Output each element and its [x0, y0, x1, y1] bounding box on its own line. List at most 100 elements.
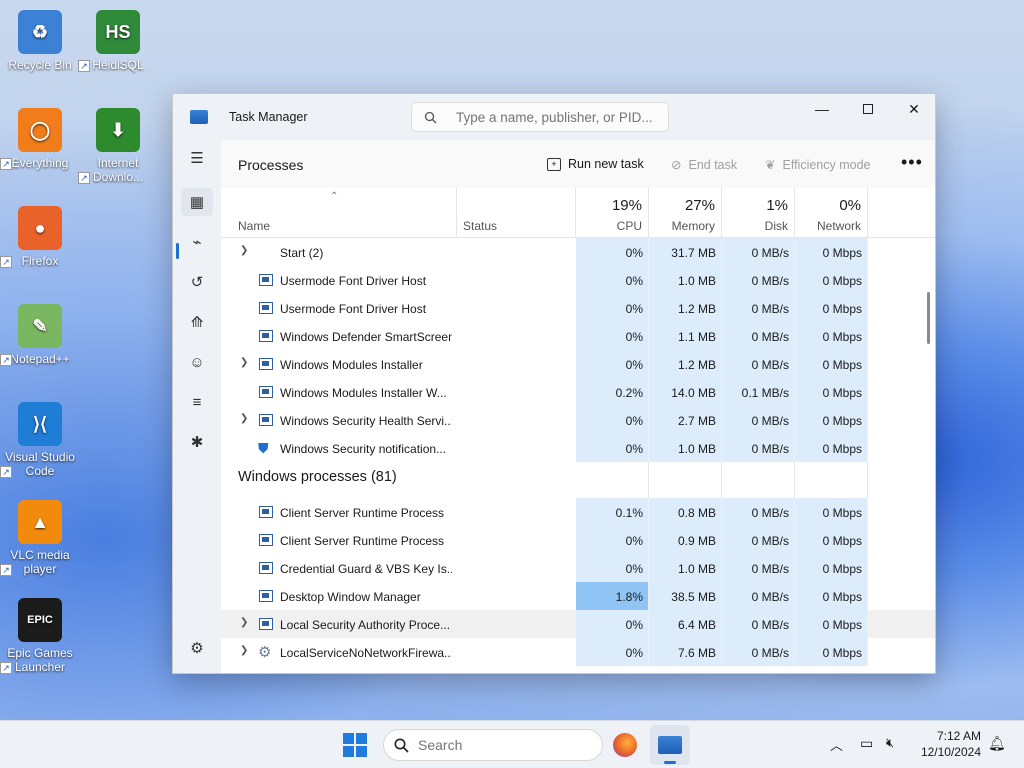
table-row[interactable]: ⛊ Windows Security notification... 0% 1.0 M…: [221, 434, 935, 462]
table-row[interactable]: ❯ Windows Modules Installer 0% 1.2 MB 0 MB/s…: [221, 350, 935, 378]
process-memory: 1.1 MB: [677, 330, 716, 344]
start-button[interactable]: [343, 733, 367, 757]
end-task-button[interactable]: ⊘ End task: [671, 157, 738, 173]
table-row[interactable]: ❯ ⚙ LocalServiceNoNetworkFirewa... 0% 7.6 MB…: [221, 638, 935, 666]
process-cpu: 0%: [625, 302, 643, 316]
windows-logo-icon: [343, 733, 354, 744]
chevron-right-icon[interactable]: ❯: [240, 645, 248, 656]
desktop-icon[interactable]: ◯ ↗ Everything: [0, 108, 80, 170]
desktop-icon-label: Firefox: [21, 254, 59, 268]
everything-icon: ◯: [18, 108, 62, 152]
show-hidden-icons-button[interactable]: ︿: [830, 735, 843, 754]
end-task-icon: ⊘: [671, 158, 682, 172]
volume-muted-icon: 🔇︎: [886, 735, 895, 750]
column-name[interactable]: ⌃ Name: [221, 188, 457, 238]
nav-selection-indicator: [176, 243, 179, 259]
process-cpu: 0%: [625, 618, 643, 632]
shortcut-arrow-icon: ↗: [0, 256, 12, 268]
nav-settings[interactable]: ⚙: [181, 634, 213, 662]
table-row[interactable]: Desktop Window Manager 1.8% 38.5 MB 0 MB/s 0…: [221, 582, 935, 610]
taskbar-task-manager[interactable]: [650, 725, 690, 765]
desktop-icon[interactable]: ▲ ↗ VLC media player: [0, 500, 80, 576]
table-row[interactable]: Windows Defender SmartScreen 0% 1.1 MB 0 MB…: [221, 322, 935, 350]
disk-label: Disk: [764, 219, 788, 233]
column-name-label: Name: [238, 219, 271, 233]
network-status-button[interactable]: ▭: [860, 735, 873, 752]
table-row[interactable]: ❯ Local Security Authority Proce... 0% 6.4 …: [221, 610, 935, 638]
process-name: Usermode Font Driver Host: [280, 302, 427, 316]
column-cpu[interactable]: 19% CPU: [576, 188, 649, 238]
run-new-task-button[interactable]: + Run new task: [547, 157, 644, 171]
title-bar[interactable]: Task Manager — ✕: [173, 94, 935, 140]
column-disk[interactable]: 1% Disk: [722, 188, 795, 238]
desktop-icon-label-line2: Code: [25, 464, 55, 478]
process-disk: 0 MB/s: [751, 618, 789, 632]
minimize-button[interactable]: —: [799, 94, 845, 124]
vertical-scrollbar[interactable]: [927, 292, 930, 344]
recycle-bin-icon: ♻: [18, 10, 62, 54]
column-status[interactable]: Status: [457, 188, 576, 238]
desktop-icon[interactable]: ✎ ↗ Notepad++: [0, 304, 80, 366]
column-memory[interactable]: 27% Memory: [649, 188, 722, 238]
nav-app-history[interactable]: ↺: [181, 268, 213, 296]
clock[interactable]: 7:12 AM 12/10/2024: [921, 728, 981, 760]
desktop-icon-label: Internet: [97, 156, 139, 170]
maximize-button[interactable]: [845, 94, 891, 124]
nav-performance[interactable]: ⌁: [181, 228, 213, 256]
heidisql-icon: HS: [96, 10, 140, 54]
chevron-right-icon[interactable]: ❯: [240, 413, 248, 424]
process-name: LocalServiceNoNetworkFirewa...: [280, 646, 452, 660]
network-disconnected-icon: ▭: [860, 735, 874, 751]
process-disk: 0 MB/s: [751, 590, 789, 604]
process-network: 0 Mbps: [822, 246, 862, 260]
taskbar-firefox[interactable]: [613, 733, 637, 757]
desktop-icon[interactable]: HS ↗ HeidiSQL: [78, 10, 158, 72]
process-disk: 0 MB/s: [751, 414, 789, 428]
more-options-button[interactable]: •••: [901, 152, 923, 173]
chevron-right-icon[interactable]: ❯: [240, 617, 248, 628]
search-input[interactable]: [456, 108, 661, 126]
nav-startup-apps[interactable]: ⟰: [181, 308, 213, 336]
table-row[interactable]: Credential Guard & VBS Key Is... 0% 1.0 MB…: [221, 554, 935, 582]
table-row[interactable]: Usermode Font Driver Host 0% 1.2 MB 0 MB/s 0…: [221, 294, 935, 322]
desktop-icon[interactable]: ⟩⟨ ↗ Visual Studio Code: [0, 402, 80, 478]
table-row[interactable]: ❯ Start (2) 0% 31.7 MB 0 MB/s 0 Mbps: [221, 238, 935, 266]
table-row[interactable]: ❯ Windows Security Health Servi... 0% 2.7 M…: [221, 406, 935, 434]
taskbar-search[interactable]: [383, 729, 603, 761]
nav-processes[interactable]: ▦: [181, 188, 213, 216]
process-disk: 0 MB/s: [751, 442, 789, 456]
nav-details[interactable]: ≡: [181, 388, 213, 416]
desktop-icon[interactable]: ⬇ ↗ Internet Downlo...: [78, 108, 158, 184]
cpu-label: CPU: [616, 219, 642, 233]
chevron-right-icon[interactable]: ❯: [240, 357, 248, 368]
desktop-icon-label: HeidiSQL: [92, 58, 144, 72]
column-network[interactable]: 0% Network: [795, 188, 868, 238]
desktop-icon[interactable]: ● ↗ Firefox: [0, 206, 80, 268]
chevron-right-icon[interactable]: ❯: [240, 245, 248, 256]
volume-button[interactable]: 🔇︎: [886, 735, 894, 751]
desktop-icon[interactable]: EPIC ↗ Epic Games Launcher: [0, 598, 80, 674]
taskbar-search-input[interactable]: [418, 737, 588, 753]
services-icon: ✱: [190, 434, 204, 451]
table-row[interactable]: Client Server Runtime Process 0.1% 0.8 MB 0…: [221, 498, 935, 526]
close-button[interactable]: ✕: [891, 94, 935, 124]
network-label: Network: [816, 219, 861, 233]
table-row[interactable]: Usermode Font Driver Host 0% 1.0 MB 0 MB/s 0…: [221, 266, 935, 294]
search-box[interactable]: [411, 102, 669, 132]
process-cpu: 0%: [625, 562, 643, 576]
desktop-icon[interactable]: ♻ Recycle Bin: [0, 10, 80, 72]
nav-services[interactable]: ✱: [181, 428, 213, 456]
notepadpp-icon: ✎: [18, 304, 62, 348]
desktop-icon-label: Everything: [11, 156, 69, 170]
table-row[interactable]: Windows Modules Installer W... 0.2% 14.0 M…: [221, 378, 935, 406]
end-task-label: End task: [688, 157, 738, 172]
table-row[interactable]: Client Server Runtime Process 0% 0.9 MB 0 M…: [221, 526, 935, 554]
efficiency-mode-button[interactable]: ❦ Efficiency mode: [765, 157, 871, 173]
process-icon: [259, 358, 273, 370]
notifications-button[interactable]: 🔔︎: [988, 735, 1006, 752]
nav-users[interactable]: ☺: [181, 348, 213, 376]
task-manager-window: Task Manager — ✕ ☰ ▦ ⌁ ↺ ⟰ ☺ ≡ ✱ ⚙ Proce…: [172, 93, 936, 674]
shortcut-arrow-icon: ↗: [0, 662, 12, 674]
hamburger-menu-button[interactable]: ☰: [181, 144, 213, 172]
page-title: Processes: [238, 157, 304, 173]
